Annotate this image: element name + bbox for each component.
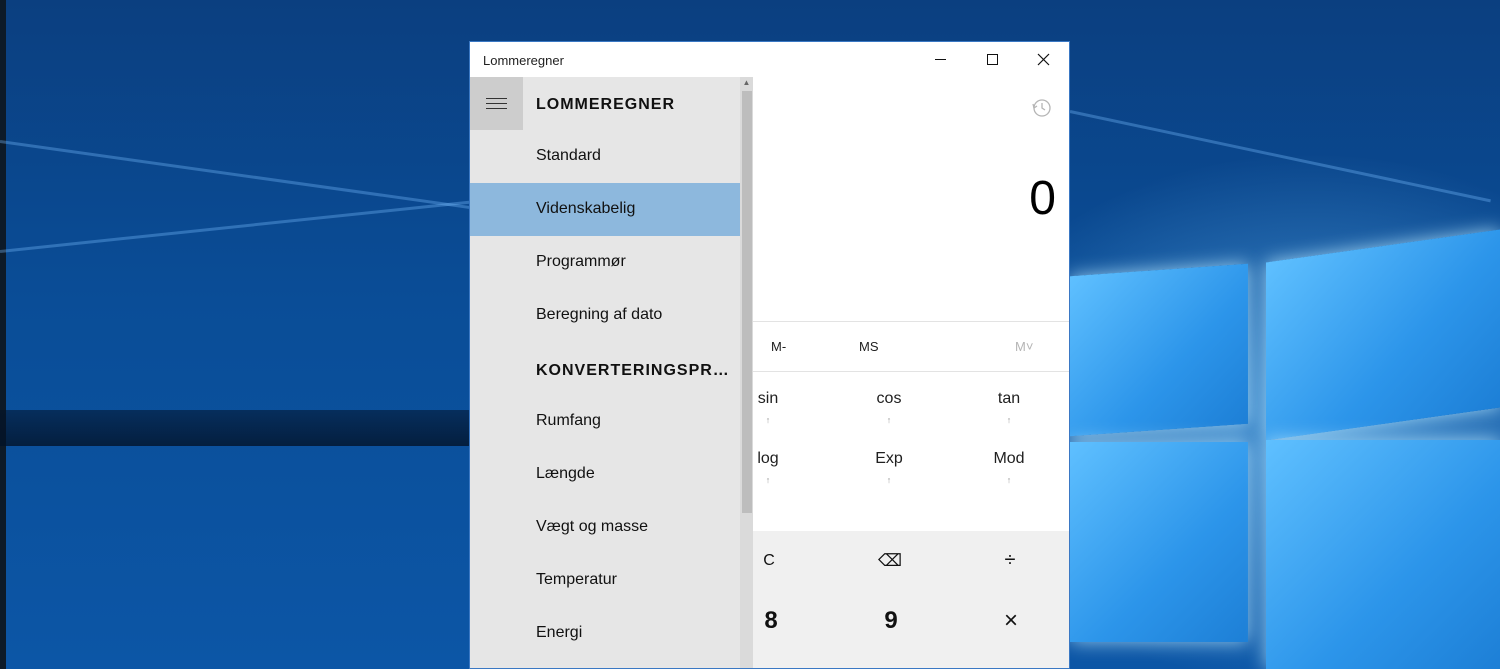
- navigation-pane: LOMMEREGNER Standard Videnskabelig Progr…: [470, 77, 753, 668]
- nav-item-weight-mass[interactable]: Vægt og masse: [470, 501, 740, 554]
- maximize-button[interactable]: [969, 42, 1015, 77]
- display-divider: [753, 321, 1069, 322]
- memory-list-button[interactable]: M˅: [1015, 339, 1033, 354]
- screen-edge: [0, 0, 6, 669]
- maximize-icon: [987, 54, 998, 65]
- calculator-panel: 0 M- MS M˅ sin ↑ cos ↑ tan ↑ log ↑ Exp ↑…: [753, 77, 1069, 668]
- logo-pane-top-left: [1070, 263, 1248, 437]
- backspace-button[interactable]: ⌫: [860, 551, 920, 571]
- calculator-section-header: LOMMEREGNER: [536, 96, 675, 113]
- exp-button[interactable]: Exp: [859, 450, 919, 468]
- mod-button[interactable]: Mod: [979, 450, 1039, 468]
- logo-pane-bottom-left: [1070, 442, 1248, 642]
- light-beam: [1069, 110, 1491, 203]
- result-display: 0: [1029, 172, 1056, 225]
- light-beam: [0, 199, 478, 253]
- nav-item-length[interactable]: Længde: [470, 448, 740, 501]
- title-bar: Lommeregner: [470, 42, 1069, 77]
- menu-button[interactable]: [470, 77, 523, 130]
- nav-item-date-calculation[interactable]: Beregning af dato: [470, 289, 740, 342]
- nav-item-label: Vægt og masse: [536, 518, 649, 535]
- windows-logo: [1070, 200, 1500, 669]
- minimize-button[interactable]: [918, 42, 964, 77]
- keypad: C ⌫ ÷ 8 9 × 5 6 —: [753, 531, 1069, 668]
- close-button[interactable]: [1021, 42, 1067, 77]
- mod-shift-indicator: ↑: [1006, 475, 1012, 485]
- nav-item-label: Temperatur: [536, 571, 617, 588]
- nav-item-label: Beregning af dato: [536, 306, 663, 323]
- history-icon[interactable]: [1031, 97, 1053, 119]
- logo-pane-top-right: [1266, 229, 1500, 441]
- window-title: Lommeregner: [483, 53, 564, 68]
- nav-item-programmer[interactable]: Programmør: [470, 236, 740, 289]
- memory-divider: [753, 371, 1069, 372]
- memory-store-button[interactable]: MS: [859, 339, 879, 354]
- nav-item-label: Energi: [536, 624, 583, 641]
- calculator-window: Lommeregner 0 M- MS M˅ sin ↑ cos ↑ tan ↑…: [469, 41, 1070, 669]
- cos-button[interactable]: cos: [859, 390, 919, 408]
- nav-item-energy[interactable]: Energi: [470, 607, 740, 660]
- nav-item-label: Standard: [536, 147, 601, 164]
- minimize-icon: [935, 59, 946, 60]
- tan-button[interactable]: tan: [979, 390, 1039, 408]
- nav-item-temperature[interactable]: Temperatur: [470, 554, 740, 607]
- nav-item-label: Længde: [536, 465, 595, 482]
- logo-pane-bottom-right: [1266, 440, 1500, 669]
- nav-item-label: Videnskabelig: [536, 200, 636, 217]
- cos-shift-indicator: ↑: [886, 415, 892, 425]
- exp-shift-indicator: ↑: [886, 475, 892, 485]
- multiply-button[interactable]: ×: [981, 607, 1041, 635]
- nav-item-scientific[interactable]: Videnskabelig: [470, 183, 740, 236]
- divide-button[interactable]: ÷: [980, 549, 1040, 572]
- tan-shift-indicator: ↑: [1006, 415, 1012, 425]
- converter-section-header: KONVERTERINGSPR…: [536, 362, 730, 379]
- memory-subtract-button[interactable]: M-: [771, 339, 786, 354]
- close-icon: [1037, 53, 1050, 66]
- scroll-up-arrow-icon[interactable]: ▲: [741, 78, 752, 88]
- light-beam: [0, 140, 476, 210]
- digit-9-button[interactable]: 9: [861, 607, 921, 635]
- nav-item-label: Rumfang: [536, 412, 601, 429]
- nav-item-label: Programmør: [536, 253, 626, 270]
- dark-band: [0, 410, 470, 446]
- nav-scrollbar-thumb[interactable]: [742, 91, 752, 513]
- nav-item-standard[interactable]: Standard: [470, 130, 740, 183]
- nav-item-volume[interactable]: Rumfang: [470, 395, 740, 448]
